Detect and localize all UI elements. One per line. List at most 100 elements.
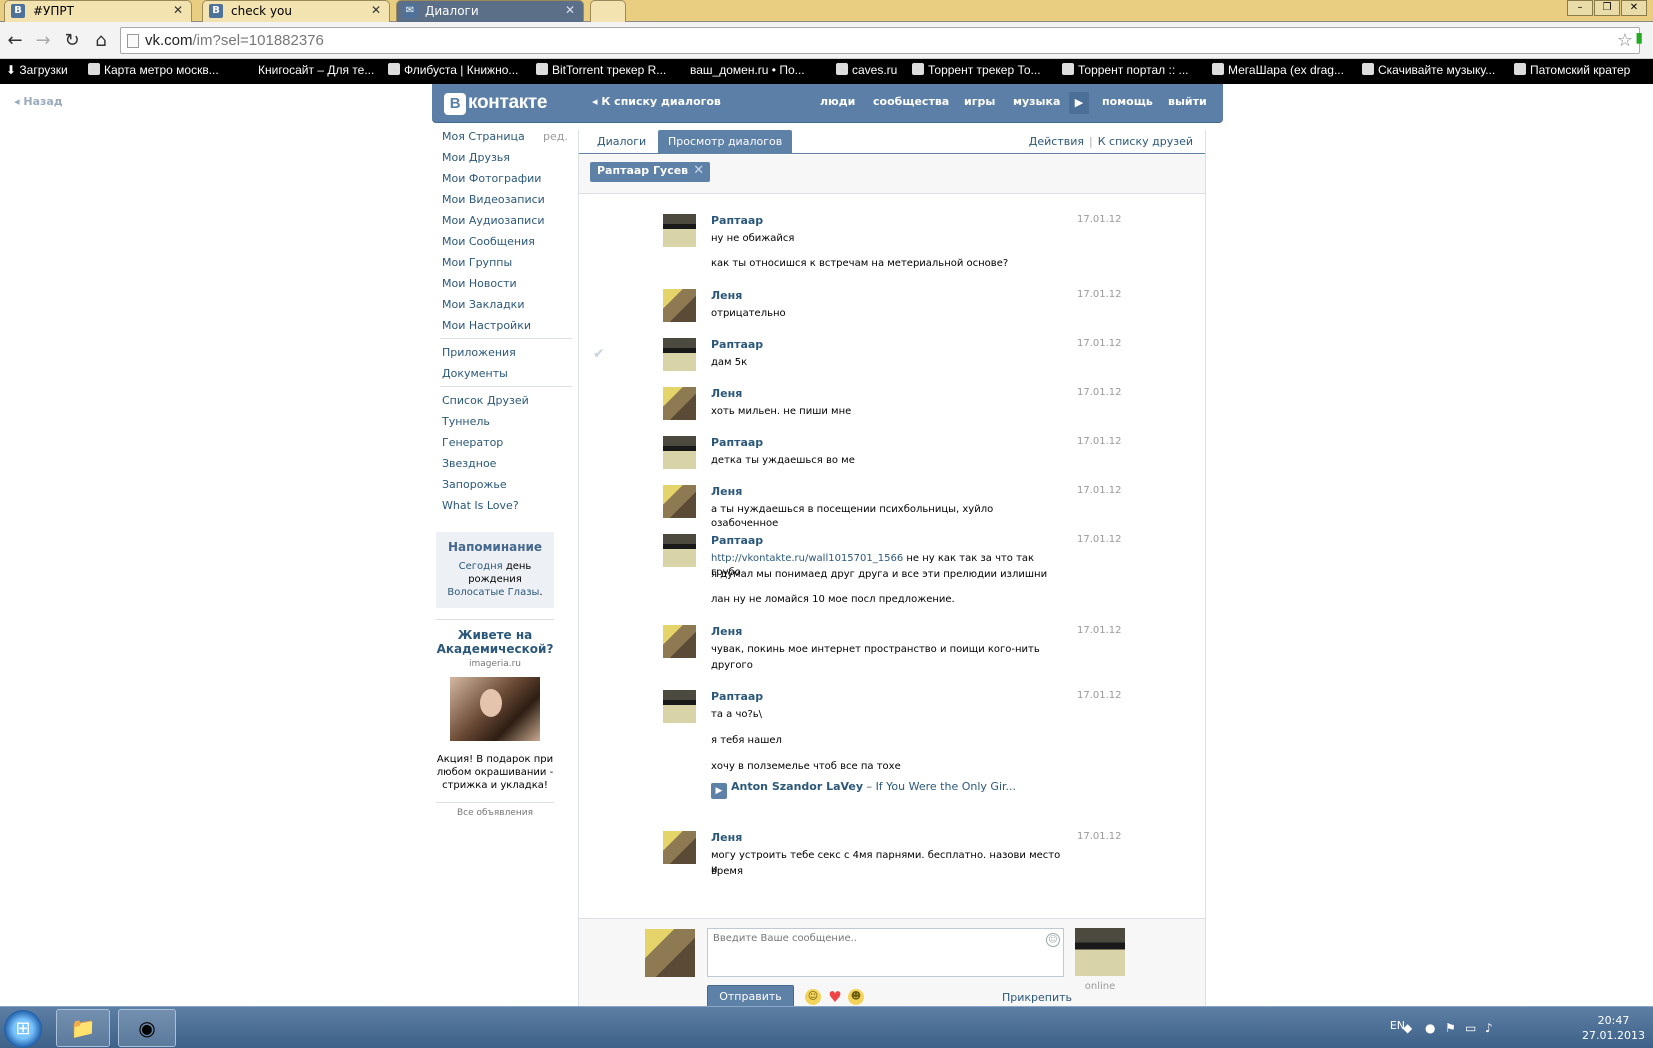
- network-icon[interactable]: ◆: [1403, 1021, 1417, 1035]
- play-icon[interactable]: ▶: [711, 783, 727, 799]
- nav-music[interactable]: музыка: [1013, 95, 1060, 108]
- shocked-emoji-icon[interactable]: ☺: [805, 989, 821, 1005]
- message-date[interactable]: 17.01.12: [1077, 690, 1122, 701]
- grin-emoji-icon[interactable]: ☻: [848, 989, 864, 1005]
- start-button[interactable]: ⊞: [4, 1010, 42, 1048]
- play-icon[interactable]: ▶: [1069, 92, 1089, 114]
- bookmark-item[interactable]: ⬇ Загрузки: [6, 63, 68, 77]
- flag-icon[interactable]: ⚑: [1445, 1021, 1459, 1035]
- avatar[interactable]: [663, 625, 696, 658]
- author-link[interactable]: Раптаар: [711, 534, 763, 547]
- message-date[interactable]: 17.01.12: [1077, 534, 1122, 545]
- my-avatar[interactable]: [645, 929, 695, 977]
- tab-dialogs[interactable]: Диалоги: [587, 130, 656, 154]
- menu-item[interactable]: Туннель: [442, 415, 574, 436]
- peer-avatar[interactable]: [1075, 928, 1125, 976]
- bookmark-item[interactable]: BitTorrent трекер R...: [536, 63, 666, 77]
- peer-filter-chip[interactable]: Раптаар Гусев ✕: [590, 162, 711, 182]
- explorer-icon[interactable]: 📁: [56, 1009, 110, 1047]
- home-icon[interactable]: ⌂: [90, 30, 112, 51]
- message-date[interactable]: 17.01.12: [1077, 625, 1122, 636]
- author-link[interactable]: Раптаар: [711, 338, 763, 351]
- minimize-icon[interactable]: –: [1567, 0, 1593, 16]
- bookmark-item[interactable]: Книгосайт – Для те...: [258, 63, 374, 77]
- back-arrow-icon[interactable]: ←: [4, 30, 26, 51]
- url-text[interactable]: vk.com/im?sel=101882376: [145, 32, 324, 49]
- avatar[interactable]: [663, 338, 696, 371]
- menu-item[interactable]: Мои Новости: [442, 277, 574, 298]
- app-tray-icon[interactable]: ●: [1425, 1021, 1439, 1035]
- message-input[interactable]: Введите Ваше сообщение..: [707, 928, 1064, 977]
- message-date[interactable]: 17.01.12: [1077, 214, 1122, 225]
- nav-logout[interactable]: выйти: [1168, 95, 1207, 108]
- message-date[interactable]: 17.01.12: [1077, 485, 1122, 496]
- avatar[interactable]: [663, 289, 696, 322]
- close-icon[interactable]: ✕: [173, 3, 183, 17]
- all-ads-link[interactable]: Все объявления: [436, 808, 554, 818]
- browser-tab[interactable]: В check you ✕: [202, 0, 390, 22]
- monitor-icon[interactable]: ▭: [1465, 1021, 1479, 1035]
- menu-item[interactable]: Звездное: [442, 457, 574, 478]
- checkmark-icon[interactable]: ✔: [593, 346, 605, 362]
- bookmark-item[interactable]: Скачивайте музыку...: [1362, 63, 1495, 77]
- bookmark-item[interactable]: Торрент портал :: ...: [1062, 63, 1189, 77]
- close-icon[interactable]: ✕: [565, 3, 575, 17]
- menu-item[interactable]: Список Друзей: [442, 394, 574, 415]
- heart-emoji-icon[interactable]: ♥: [827, 989, 843, 1005]
- browser-tab-active[interactable]: ✉ Диалоги ✕: [396, 0, 584, 22]
- menu-item[interactable]: Мои Фотографии: [442, 172, 574, 193]
- maximize-icon[interactable]: ❐: [1594, 0, 1620, 16]
- nav-games[interactable]: игры: [964, 95, 995, 108]
- message-date[interactable]: 17.01.12: [1077, 289, 1122, 300]
- avatar[interactable]: [663, 831, 696, 864]
- smiley-icon[interactable]: ☺: [1046, 933, 1060, 947]
- message-date[interactable]: 17.01.12: [1077, 338, 1122, 349]
- author-link[interactable]: Леня: [711, 289, 742, 302]
- address-bar[interactable]: vk.com/im?sel=101882376 ☆: [120, 27, 1640, 54]
- tab-view-dialogs[interactable]: Просмотр диалогов: [658, 130, 793, 154]
- bookmark-star-icon[interactable]: ☆: [1617, 30, 1633, 51]
- wall-link[interactable]: http://vkontakte.ru/wall1015701_1566: [711, 553, 903, 564]
- menu-item[interactable]: Мои Видеозаписи: [442, 193, 574, 214]
- menu-item[interactable]: Приложения: [442, 346, 574, 367]
- forward-arrow-icon[interactable]: →: [32, 30, 54, 51]
- avatar[interactable]: [663, 534, 696, 567]
- ad-image[interactable]: [450, 677, 540, 741]
- bookmark-item[interactable]: Торрент трекер То...: [912, 63, 1041, 77]
- ad-title[interactable]: Живете на Академической?: [436, 628, 554, 656]
- avatar[interactable]: [663, 387, 696, 420]
- author-link[interactable]: Леня: [711, 485, 742, 498]
- menu-item[interactable]: What Is Love?: [442, 499, 574, 520]
- message-date[interactable]: 17.01.12: [1077, 436, 1122, 447]
- bookmark-item[interactable]: caves.ru: [836, 63, 897, 77]
- chrome-icon[interactable]: ◉: [118, 1009, 176, 1047]
- friends-list-link[interactable]: К списку друзей: [1098, 135, 1193, 148]
- to-dialogs-link[interactable]: ◂ К списку диалогов: [592, 95, 721, 108]
- nav-people[interactable]: люди: [820, 95, 855, 108]
- audio-attachment[interactable]: ▶ Anton Szandor LaVey – If You Were the O…: [711, 780, 1016, 799]
- author-link[interactable]: Леня: [711, 831, 742, 844]
- menu-item[interactable]: Документы: [442, 367, 574, 381]
- close-icon[interactable]: ✕: [371, 3, 381, 17]
- nav-communities[interactable]: сообщества: [873, 95, 949, 108]
- menu-item[interactable]: Мои Друзья: [442, 151, 574, 172]
- bookmark-item[interactable]: ваш_домен.ru • По...: [690, 63, 805, 77]
- clock[interactable]: 20:47 27.01.2013: [1582, 1013, 1645, 1043]
- bookmark-item[interactable]: Патомский кратер: [1514, 63, 1630, 77]
- menu-item[interactable]: Мои Сообщения: [442, 235, 574, 256]
- author-link[interactable]: Раптаар: [711, 690, 763, 703]
- menu-item[interactable]: Мои Настройки: [442, 319, 574, 333]
- reload-icon[interactable]: ↻: [61, 30, 83, 51]
- bookmark-item[interactable]: Карта метро москв...: [88, 63, 219, 77]
- nav-help[interactable]: помощь: [1102, 95, 1153, 108]
- today-link[interactable]: Сегодня: [459, 561, 503, 572]
- remove-icon[interactable]: ✕: [693, 163, 704, 178]
- bookmark-item[interactable]: Флибуста | Книжно...: [388, 63, 518, 77]
- author-link[interactable]: Леня: [711, 387, 742, 400]
- new-tab-button[interactable]: [590, 0, 626, 22]
- bookmark-item[interactable]: МегаШара (ex drag...: [1212, 63, 1344, 77]
- message-date[interactable]: 17.01.12: [1077, 387, 1122, 398]
- browser-tab[interactable]: В #УПРТ ✕: [4, 0, 192, 22]
- back-link[interactable]: ◂ Назад: [14, 95, 63, 108]
- author-link[interactable]: Леня: [711, 625, 742, 638]
